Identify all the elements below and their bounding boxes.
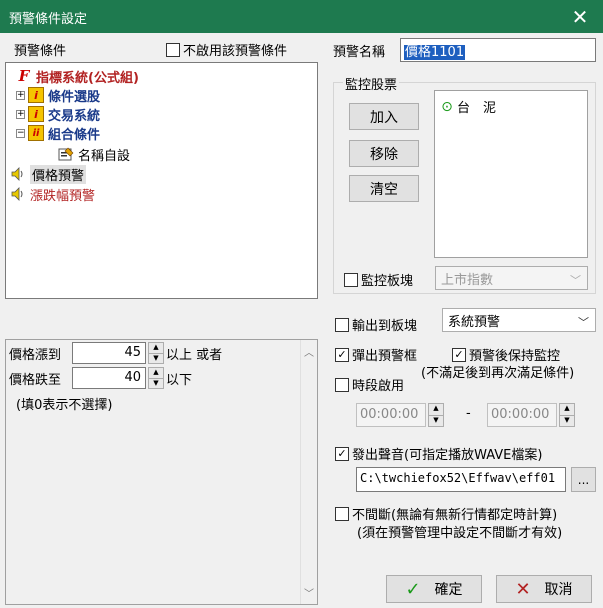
params-panel: 價格漲到 45 ▲ ▼ 以上 或者 價格跌至 40 ▲ ▼ 以下 (填0表示不選擇)… — [5, 339, 318, 605]
sound-file-input[interactable]: C:\twchiefox52\Effwav\eff01 — [356, 467, 566, 492]
expand-icon[interactable]: + — [16, 90, 25, 100]
tree-root-label: 指標系統(公式組) — [36, 70, 139, 86]
rise-price-spinner[interactable]: ▲ ▼ — [148, 342, 164, 364]
disable-alert-checkbox[interactable]: 不啟用該預警條件 — [166, 40, 287, 59]
tree-item-root[interactable]: F 指標系統(公式組) — [16, 67, 139, 86]
monitor-board-box[interactable] — [344, 272, 358, 287]
add-button[interactable]: 加入 — [349, 103, 419, 130]
stock-name: 台 泥 — [457, 101, 497, 116]
checkmark-icon: ✓ — [405, 578, 421, 600]
tree-item-label: 條件選股 — [48, 89, 101, 105]
fall-price-input[interactable]: 40 — [72, 367, 146, 389]
continuous-label: 不間斷(無論有無新行情都定時計算) — [352, 508, 558, 523]
title-bar: 預警條件設定 ✕ — [0, 0, 603, 33]
popup-alert-checkbox[interactable]: ✓ 彈出預警框 — [335, 345, 417, 364]
fall-label: 價格跌至 — [9, 373, 62, 388]
output-board-value: 系統預警 — [448, 314, 501, 330]
cancel-label: 取消 — [544, 582, 573, 598]
tree-item-stock-selection[interactable]: + i 條件選股 — [16, 86, 101, 105]
disable-alert-label: 不啟用該預警條件 — [183, 44, 288, 59]
tree-item-price-alert[interactable]: 價格預警 — [10, 164, 87, 184]
condition-tree[interactable]: F 指標系統(公式組) + i 條件選股 + i 交易系統 − ii 組合條件 … — [5, 62, 318, 299]
stock-list[interactable]: ⊙ 台 泥 — [434, 90, 588, 258]
change-alert-label: 漲跌幅預警 — [30, 188, 96, 204]
window-title: 預警條件設定 — [9, 12, 88, 27]
keep-monitoring-box[interactable]: ✓ — [452, 347, 466, 362]
period-enable-box[interactable] — [335, 377, 349, 392]
end-time-spinner[interactable]: ▲ ▼ — [559, 403, 575, 427]
indicator-icon: i — [28, 106, 44, 122]
output-board-select[interactable]: 系統預警 ﹀ — [442, 308, 596, 332]
output-board-box[interactable] — [335, 317, 349, 332]
time-range-dash: - — [466, 406, 471, 421]
cancel-button[interactable]: ✕ 取消 — [496, 575, 592, 603]
stock-status-icon: ⊙ — [441, 98, 453, 115]
popup-alert-label: 彈出預警框 — [352, 349, 418, 364]
tree-item-combined-conditions[interactable]: − ii 組合條件 — [16, 124, 101, 143]
browse-button[interactable]: ... — [571, 467, 596, 492]
tree-item-label: 交易系統 — [48, 108, 101, 124]
keep-monitoring-note: (不滿足後到再次滿足條件) — [421, 366, 575, 381]
expand-icon[interactable]: + — [16, 109, 25, 119]
clear-button[interactable]: 清空 — [349, 175, 419, 202]
tree-subitem-label: 名稱自設 — [78, 148, 131, 164]
remove-button[interactable]: 移除 — [349, 140, 419, 167]
tree-item-label: 組合條件 — [48, 127, 101, 143]
start-time-input[interactable]: 00:00:00 — [356, 403, 426, 427]
rise-suffix: 以上 或者 — [166, 348, 223, 363]
speaker-icon — [10, 186, 26, 202]
monitor-board-value: 上市指數 — [441, 272, 494, 288]
period-enable-label: 時段啟用 — [352, 379, 405, 394]
fall-suffix: 以下 — [166, 373, 193, 388]
price-alert-label: 價格預警 — [30, 164, 87, 184]
output-board-checkbox[interactable]: 輸出到板塊 — [335, 315, 417, 334]
period-enable-checkbox[interactable]: 時段啟用 — [335, 375, 404, 394]
tree-item-trading-system[interactable]: + i 交易系統 — [16, 105, 101, 124]
fall-price-spinner[interactable]: ▲ ▼ — [148, 367, 164, 389]
scroll-down-icon[interactable]: ﹀ — [301, 585, 317, 600]
tree-subitem-custom-name[interactable]: 名稱自設 — [58, 145, 131, 164]
disable-alert-box[interactable] — [166, 42, 180, 57]
tree-item-change-alert[interactable]: 漲跌幅預警 — [10, 185, 96, 204]
params-scrollbar[interactable]: ︿ ﹀ — [300, 340, 317, 604]
popup-alert-box[interactable]: ✓ — [335, 347, 349, 362]
continuous-checkbox[interactable]: 不間斷(無論有無新行情都定時計算) — [335, 504, 557, 523]
play-sound-checkbox[interactable]: ✓ 發出聲音(可指定播放WAVE檔案) — [335, 444, 542, 463]
collapse-icon[interactable]: − — [16, 128, 25, 138]
zero-note: (填0表示不選擇) — [16, 398, 113, 413]
continuous-box[interactable] — [335, 506, 349, 521]
ok-label: 確定 — [434, 582, 463, 598]
stock-list-item[interactable]: ⊙ 台 泥 — [439, 97, 497, 117]
play-sound-box[interactable]: ✓ — [335, 446, 349, 461]
continuous-note: (須在預警管理中設定不間斷才有效) — [357, 526, 563, 541]
rise-price-input[interactable]: 45 — [72, 342, 146, 364]
indicator-icon: i — [28, 87, 44, 103]
monitor-board-select[interactable]: 上市指數 ﹀ — [435, 266, 588, 290]
scroll-up-icon[interactable]: ︿ — [301, 344, 317, 359]
alert-conditions-header: 預警條件 — [14, 44, 67, 59]
start-time-spinner[interactable]: ▲ ▼ — [428, 403, 444, 427]
output-board-label: 輸出到板塊 — [352, 319, 418, 334]
chevron-down-icon: ﹀ — [578, 316, 589, 329]
chevron-down-icon: ﹀ — [570, 274, 581, 287]
alert-name-label: 預警名稱 — [333, 45, 386, 60]
monitor-board-checkbox[interactable]: 監控板塊 — [344, 270, 413, 289]
monitor-stocks-label: 監控股票 — [343, 74, 400, 93]
formula-icon: F — [18, 67, 30, 85]
rise-label: 價格漲到 — [9, 348, 62, 363]
alert-name-input[interactable]: 價格1101 — [400, 38, 596, 62]
ok-button[interactable]: ✓ 確定 — [386, 575, 482, 603]
cross-icon: ✕ — [515, 578, 531, 600]
speaker-icon — [10, 166, 26, 182]
play-sound-label: 發出聲音(可指定播放WAVE檔案) — [352, 448, 543, 463]
close-icon[interactable]: ✕ — [557, 0, 603, 33]
combined-indicator-icon: ii — [28, 125, 44, 141]
custom-name-icon — [58, 146, 74, 162]
monitor-board-label: 監控板塊 — [361, 274, 414, 289]
end-time-input[interactable]: 00:00:00 — [487, 403, 557, 427]
alert-name-value: 價格1101 — [404, 45, 466, 60]
